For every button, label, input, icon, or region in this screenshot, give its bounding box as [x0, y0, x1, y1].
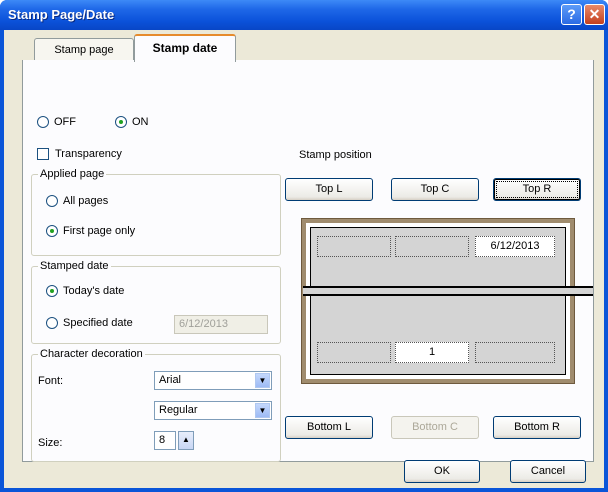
slot-bottom-right	[475, 342, 555, 363]
radio-on-label: ON	[132, 116, 149, 128]
slot-bottom-center: 1	[395, 342, 469, 363]
help-button[interactable]: ?	[561, 4, 582, 25]
font-select[interactable]: Arial ▼	[154, 371, 272, 390]
applied-page-title: Applied page	[38, 168, 107, 180]
dialog-client: Stamp page Stamp date OFF ON Transparenc…	[4, 30, 604, 488]
font-label: Font:	[38, 375, 64, 387]
style-select[interactable]: Regular ▼	[154, 401, 272, 420]
top-right-button[interactable]: Top R	[493, 178, 581, 201]
page-preview: 6/12/2013 1	[301, 218, 593, 384]
radio-first-page-dot[interactable]	[46, 225, 58, 237]
top-left-button[interactable]: Top L	[285, 178, 373, 201]
radio-specified-date-dot[interactable]	[46, 317, 58, 329]
size-label: Size:	[38, 437, 63, 449]
tab-stamp-date[interactable]: Stamp date	[134, 34, 236, 62]
radio-on-dot[interactable]	[115, 116, 127, 128]
stamp-position-label: Stamp position	[299, 149, 372, 161]
top-center-button[interactable]: Top C	[391, 178, 479, 201]
slot-top-right: 6/12/2013	[475, 236, 555, 257]
font-select-value: Arial	[159, 374, 182, 386]
slot-bottom-left	[317, 342, 391, 363]
character-decoration-title: Character decoration	[38, 348, 145, 360]
dropdown-icon[interactable]: ▼	[255, 403, 270, 418]
cancel-button[interactable]: Cancel	[510, 460, 586, 483]
radio-off-dot[interactable]	[37, 116, 49, 128]
radio-all-pages-label: All pages	[63, 195, 109, 207]
radio-on[interactable]: ON	[115, 116, 149, 128]
transparency-box[interactable]	[37, 148, 49, 160]
tab-stamp-page[interactable]: Stamp page	[34, 38, 134, 62]
specified-date-input: 6/12/2013	[174, 315, 268, 334]
size-input[interactable]: 8	[154, 431, 176, 450]
character-decoration-group: Character decoration Font: Arial ▼ Regul…	[31, 348, 281, 462]
radio-off[interactable]: OFF	[37, 116, 76, 128]
size-spin-up[interactable]: ▲	[178, 431, 194, 450]
radio-specified-date-label: Specified date	[63, 317, 133, 329]
stamped-date-title: Stamped date	[38, 260, 111, 272]
radio-todays-date-label: Today's date	[63, 285, 125, 297]
radio-todays-date-dot[interactable]	[46, 285, 58, 297]
close-button[interactable]: ✕	[584, 4, 605, 25]
title-bar[interactable]: Stamp Page/Date ? ✕	[0, 0, 608, 30]
style-select-value: Regular	[159, 404, 198, 416]
stamped-date-group: Stamped date Today's date Specified date…	[31, 260, 281, 344]
applied-page-group: Applied page All pages First page only	[31, 168, 281, 256]
window-title: Stamp Page/Date	[8, 7, 115, 22]
radio-off-label: OFF	[54, 116, 76, 128]
tab-panel: OFF ON Transparency Applied page All pag…	[22, 60, 594, 462]
transparency-label: Transparency	[55, 148, 122, 160]
transparency-checkbox[interactable]: Transparency	[37, 148, 122, 160]
radio-all-pages-dot[interactable]	[46, 195, 58, 207]
slot-top-center	[395, 236, 469, 257]
radio-specified-date[interactable]: Specified date	[46, 317, 133, 329]
radio-todays-date[interactable]: Today's date	[46, 285, 124, 297]
radio-all-pages[interactable]: All pages	[46, 195, 108, 207]
page-break-band	[303, 286, 593, 296]
page-preview-area: 6/12/2013 1	[303, 227, 593, 375]
page-preview-paper: 6/12/2013 1	[303, 223, 593, 379]
bottom-left-button[interactable]: Bottom L	[285, 416, 373, 439]
dialog-window: Stamp Page/Date ? ✕ Stamp page Stamp dat…	[0, 0, 608, 492]
radio-first-page-label: First page only	[63, 225, 136, 237]
bottom-right-button[interactable]: Bottom R	[493, 416, 581, 439]
ok-button[interactable]: OK	[404, 460, 480, 483]
radio-first-page[interactable]: First page only	[46, 225, 135, 237]
dropdown-icon[interactable]: ▼	[255, 373, 270, 388]
slot-top-left	[317, 236, 391, 257]
bottom-center-button: Bottom C	[391, 416, 479, 439]
